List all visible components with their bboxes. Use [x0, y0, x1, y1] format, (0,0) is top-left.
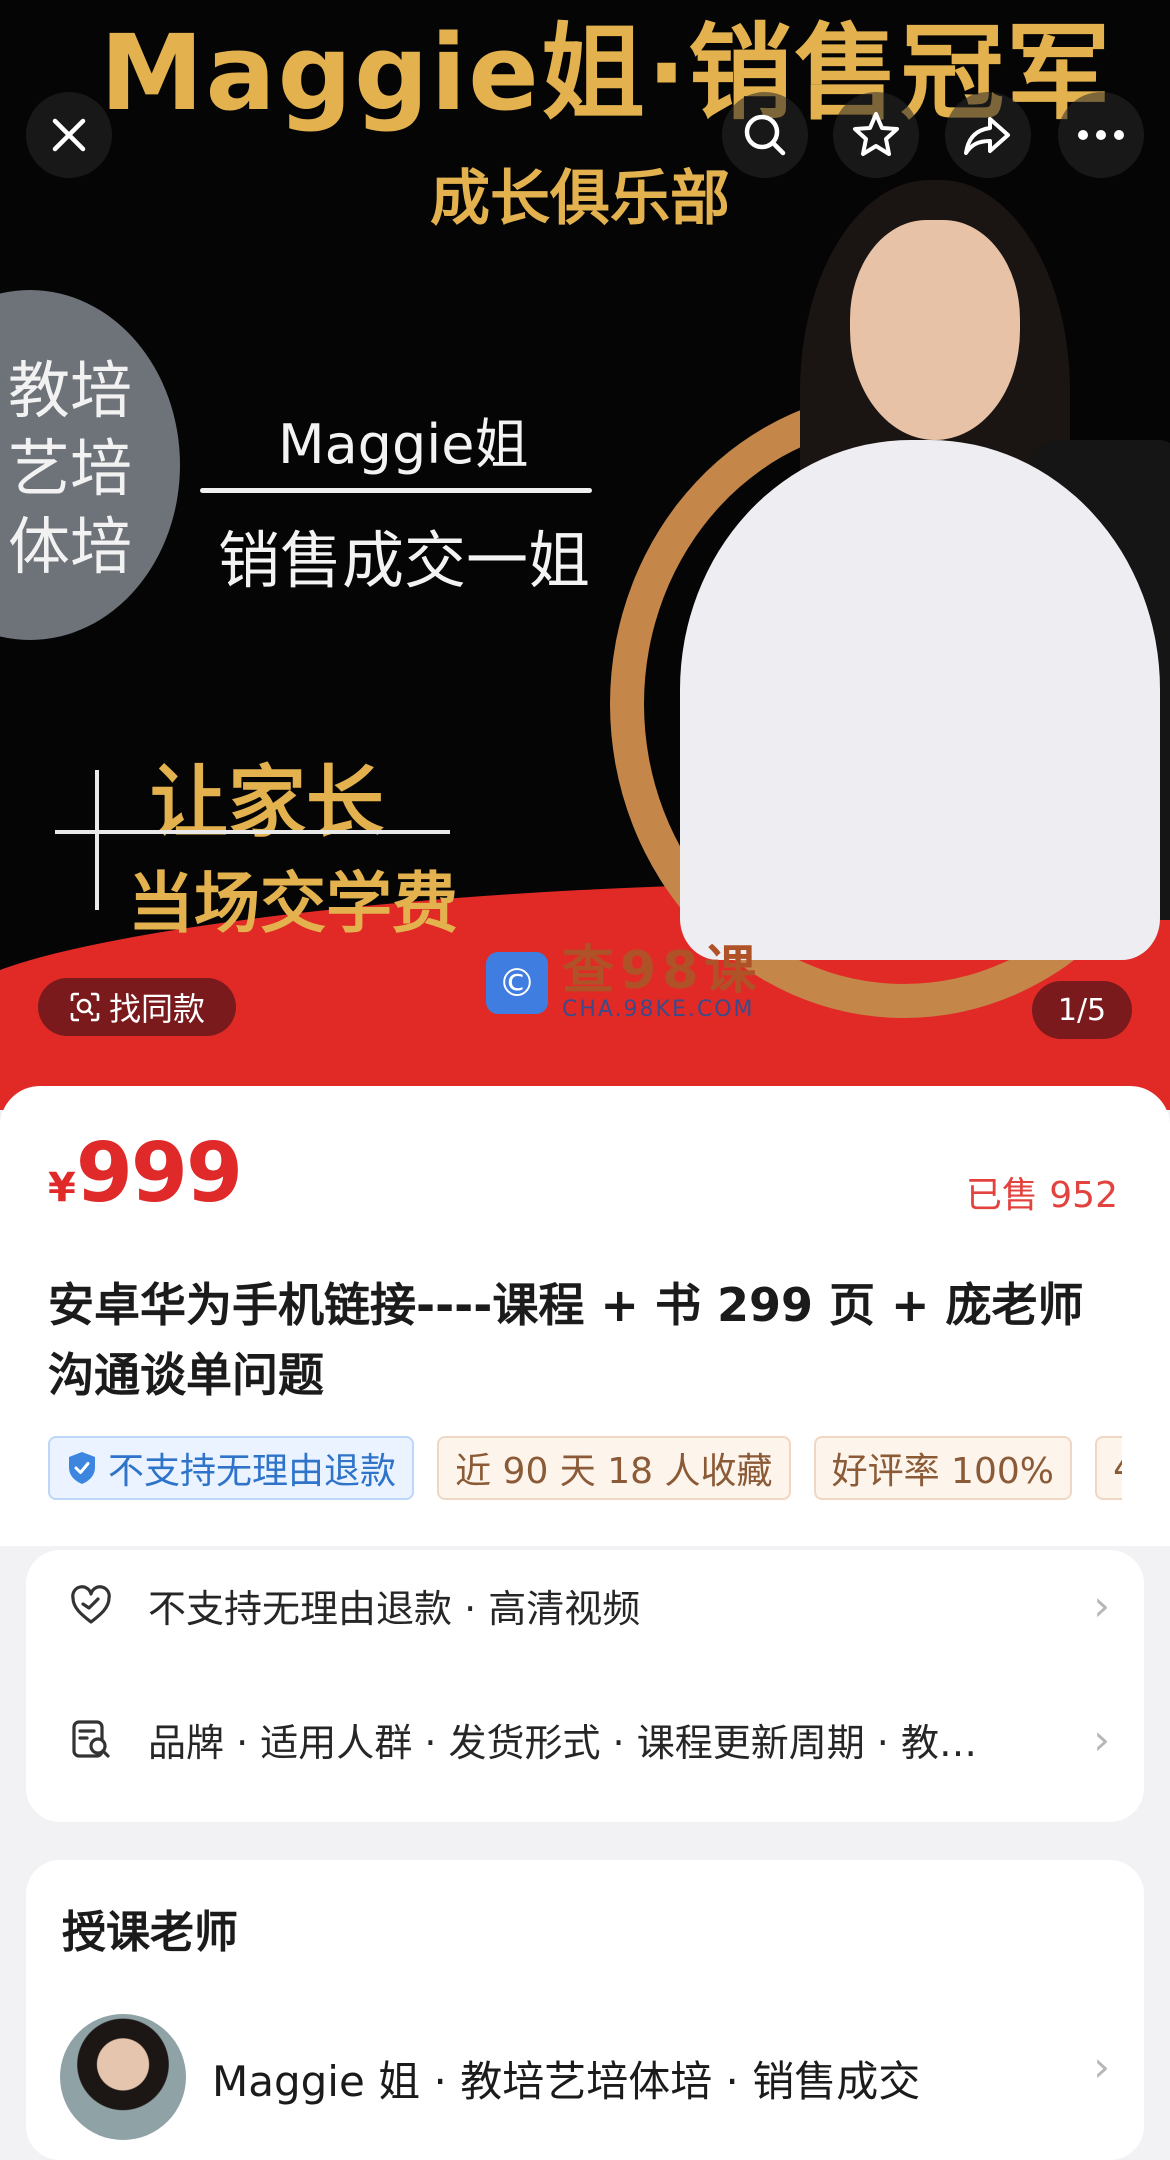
chevron-right-icon: ›	[1093, 1580, 1110, 1630]
service-row[interactable]: 不支持无理由退款 · 高清视频 ›	[26, 1550, 1144, 1660]
tag-more[interactable]: 40	[1095, 1436, 1122, 1500]
share-button[interactable]	[945, 92, 1031, 178]
find-similar-label: 找同款	[108, 990, 205, 1028]
find-similar-button[interactable]: 找同款	[38, 978, 236, 1036]
tag-favorites[interactable]: 近 90 天 18 人收藏	[437, 1436, 791, 1500]
product-title: 安卓华为手机链接----课程 + 书 299 页 + 庞老师沟通谈单问题	[48, 1278, 1084, 1402]
favorite-button[interactable]	[833, 92, 919, 178]
tag-row: 不支持无理由退款 近 90 天 18 人收藏 好评率 100% 40	[48, 1436, 1122, 1500]
watermark-logo-icon: ©	[486, 952, 548, 1014]
chevron-right-icon[interactable]: ›	[1093, 2042, 1110, 2091]
spec-search-icon	[72, 1720, 110, 1758]
image-pager: 1/5	[1032, 981, 1132, 1039]
shield-check-icon	[69, 1452, 95, 1484]
service-text: 不支持无理由退款 · 高清视频	[148, 1586, 641, 1631]
banner-divider	[200, 488, 592, 493]
tag-label: 不支持无理由退款	[108, 1451, 397, 1492]
sold-count: 已售 952	[965, 1175, 1118, 1216]
price-currency: ¥	[48, 1165, 76, 1211]
portrait-face	[850, 220, 1020, 440]
banner-cross-vertical	[95, 770, 99, 910]
spec-text: 品牌 · 适用人群 · 发货形式 · 课程更新周期 · 教…	[148, 1720, 977, 1765]
teacher-heading: 授课老师	[62, 1907, 238, 1958]
watermark-text: 查98课	[562, 940, 763, 1001]
banner-cross-horizontal	[55, 830, 450, 834]
teacher-avatar[interactable]	[60, 2014, 186, 2140]
circle-line: 教培	[8, 354, 133, 427]
portrait-shirt	[680, 440, 1160, 960]
share-icon	[964, 117, 1010, 155]
teacher-name[interactable]: Maggie 姐 · 教培艺培体培 · 销售成交	[212, 2048, 920, 2109]
search-button[interactable]	[722, 92, 808, 178]
banner-slogan: 销售成交一姐	[218, 524, 591, 597]
search-icon	[744, 114, 786, 156]
close-button[interactable]	[26, 92, 112, 178]
banner-parent-line2: 当场交学费	[128, 865, 458, 942]
close-icon	[52, 118, 86, 152]
tag-label: 40	[1113, 1448, 1122, 1489]
tag-label: 近 90 天 18 人收藏	[455, 1451, 773, 1492]
watermark-url: CHA.98KE.COM	[562, 996, 755, 1022]
banner-name: Maggie姐	[278, 413, 529, 476]
price: ¥999	[48, 1126, 243, 1221]
teacher-card: 授课老师 Maggie 姐 · 教培艺培体培 · 销售成交 ›	[26, 1860, 1144, 2160]
banner-portrait	[640, 180, 1170, 960]
more-button[interactable]	[1058, 92, 1144, 178]
tag-label: 好评率 100%	[831, 1451, 1054, 1492]
circle-line: 艺培	[8, 432, 133, 505]
star-icon	[853, 112, 899, 156]
scan-search-icon	[70, 992, 100, 1022]
watermark-text-block: 查98课 CHA.98KE.COM	[562, 945, 762, 1022]
service-spec-card: 不支持无理由退款 · 高清视频 › 品牌 · 适用人群 · 发货形式 · 课程更…	[26, 1550, 1144, 1822]
banner-parent-line1: 让家长	[150, 758, 385, 848]
circle-line: 体培	[8, 510, 133, 583]
banner-circle-text: 教培 艺培 体培	[8, 352, 148, 586]
product-image-carousel[interactable]: Maggie姐·销售冠军 成长俱乐部 教培 艺培 体培 Maggie姐 销售成交…	[0, 0, 1170, 1110]
price-value: 999	[75, 1126, 243, 1221]
tag-no-refund[interactable]: 不支持无理由退款	[48, 1436, 415, 1500]
more-icon	[1078, 130, 1124, 140]
heart-shield-icon	[71, 1585, 111, 1624]
chevron-right-icon: ›	[1093, 1714, 1110, 1764]
watermark: © 查98课 CHA.98KE.COM	[486, 945, 762, 1022]
tag-rating[interactable]: 好评率 100%	[813, 1436, 1072, 1500]
spec-row[interactable]: 品牌 · 适用人群 · 发货形式 · 课程更新周期 · 教… ›	[26, 1684, 1144, 1794]
